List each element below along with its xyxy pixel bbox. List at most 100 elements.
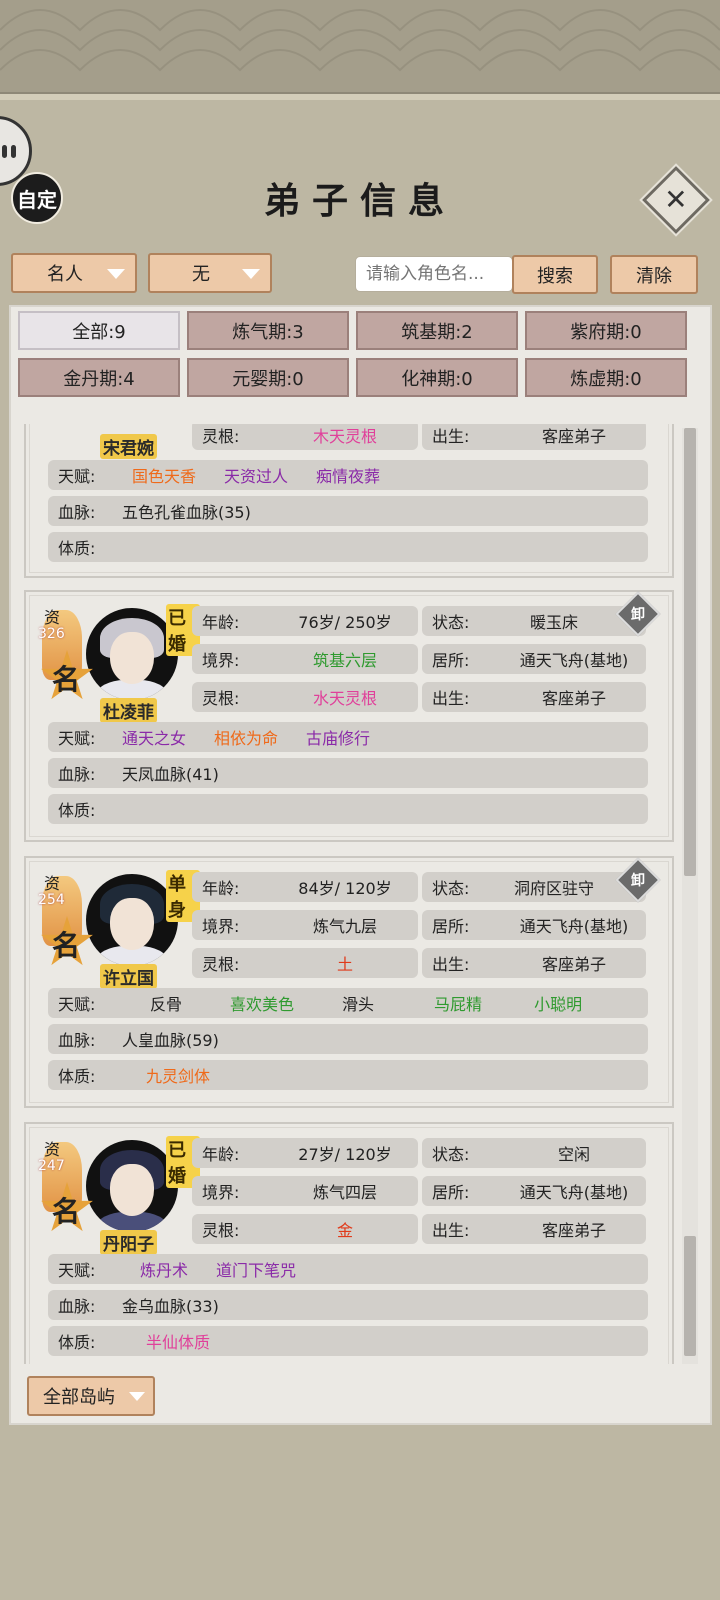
state-cell: 状态: 空闲	[422, 1138, 646, 1168]
state-value: 洞府区驻守	[513, 879, 594, 898]
age-label: 年龄:	[202, 1145, 240, 1164]
disciple-card[interactable]: 资 247 名 已婚 丹阳子 年龄: 27岁/ 120岁 状态: 空闲 境界: 炼气四…	[24, 1122, 674, 1364]
root-value: 木天灵根	[312, 427, 377, 446]
realm-label: 境界:	[202, 651, 240, 670]
realm-value: 筑基六层	[312, 651, 377, 670]
residence-cell: 居所: 通天飞舟(基地)	[422, 1176, 646, 1206]
tab-all[interactable]: 全部:9	[18, 311, 180, 350]
talent-item: 炼丹术	[140, 1261, 189, 1280]
age-value: 76岁/ 250岁	[298, 613, 392, 632]
residence-value: 通天飞舟(基地)	[519, 917, 629, 936]
disciple-portrait: 资 326 名 已婚 杜凌菲	[38, 598, 200, 723]
root-cell: 灵根: 土	[192, 948, 418, 978]
age-cell: 年龄: 76岁/ 250岁	[192, 606, 418, 636]
clear-button[interactable]: 清除	[610, 255, 698, 294]
birth-value: 客座弟子	[541, 689, 606, 708]
birth-cell: 出生: 客座弟子	[422, 1214, 646, 1244]
bloodline-value: 天凤血脉(41)	[122, 765, 219, 784]
top-decoration	[0, 0, 720, 98]
disciple-list[interactable]: 宋君婉 灵根: 木天灵根 出生: 客座弟子 天赋: 国色天香 天资过人 痴情夜葬 血…	[24, 424, 688, 1364]
realm-cell: 境界: 筑基六层	[192, 644, 418, 674]
tab-yuanying[interactable]: 元婴期:0	[187, 358, 349, 397]
age-value: 84岁/ 120岁	[298, 879, 392, 898]
talent-label: 天赋:	[58, 729, 96, 748]
aptitude-label: 资	[44, 874, 61, 893]
island-filter-dropdown[interactable]: 全部岛屿	[27, 1376, 155, 1416]
page-title: 弟子信息	[263, 180, 456, 222]
state-label: 状态:	[432, 613, 470, 632]
talent-row: 天赋: 反骨 喜欢美色 滑头 马屁精 小聪明	[48, 988, 648, 1018]
tab-huashen[interactable]: 化神期:0	[356, 358, 518, 397]
tab-jindan[interactable]: 金丹期:4	[18, 358, 180, 397]
root-cell: 灵根: 金	[192, 1214, 418, 1244]
state-cell: 状态: 洞府区驻守	[422, 872, 646, 902]
tab-zifu[interactable]: 紫府期:0	[525, 311, 687, 350]
age-cell: 年龄: 84岁/ 120岁	[192, 872, 418, 902]
category-dropdown[interactable]: 名人	[11, 253, 137, 293]
bloodline-value: 金乌血脉(33)	[122, 1297, 219, 1316]
realm-cell: 境界: 炼气九层	[192, 910, 418, 940]
residence-cell: 居所: 通天飞舟(基地)	[422, 910, 646, 940]
list-scrollbar[interactable]	[682, 428, 698, 1364]
avatar	[86, 1140, 178, 1232]
residence-value: 通天飞舟(基地)	[519, 1183, 629, 1202]
physique-value: 九灵剑体	[146, 1067, 211, 1086]
root-value: 水天灵根	[312, 689, 377, 708]
fame-badge: 名	[52, 1195, 81, 1228]
talent-item: 马屁精	[434, 995, 483, 1014]
physique-label: 体质:	[58, 1067, 96, 1086]
birth-label: 出生:	[432, 955, 470, 974]
root-label: 灵根:	[202, 689, 240, 708]
realm-cell: 境界: 炼气四层	[192, 1176, 418, 1206]
birth-value: 客座弟子	[541, 955, 606, 974]
age-cell: 年龄: 27岁/ 120岁	[192, 1138, 418, 1168]
aptitude-value: 247	[38, 1158, 65, 1174]
talent-item: 相依为命	[214, 729, 279, 748]
secondary-dropdown[interactable]: 无	[148, 253, 272, 293]
talent-item: 天资过人	[224, 467, 289, 486]
disciple-card[interactable]: 宋君婉 灵根: 木天灵根 出生: 客座弟子 天赋: 国色天香 天资过人 痴情夜葬 血…	[24, 424, 674, 578]
talent-row: 天赋: 通天之女 相依为命 古庙修行	[48, 722, 648, 752]
disciple-portrait: 资 254 名 单身 许立国	[38, 864, 200, 989]
talent-item: 国色天香	[132, 467, 197, 486]
category-dropdown-value: 名人	[47, 264, 83, 285]
talent-item: 痴情夜葬	[316, 467, 381, 486]
chevron-down-icon	[242, 269, 260, 279]
talent-item: 古庙修行	[306, 729, 371, 748]
fame-badge: 名	[52, 929, 81, 962]
residence-label: 居所:	[432, 917, 470, 936]
state-value: 暖玉床	[529, 613, 578, 632]
realm-value: 炼气四层	[312, 1183, 377, 1202]
talent-row: 天赋: 炼丹术 道门下笔咒	[48, 1254, 648, 1284]
aptitude-value: 326	[38, 626, 65, 642]
birth-label: 出生:	[432, 427, 470, 446]
avatar	[86, 874, 178, 966]
birth-cell: 出生: 客座弟子	[422, 948, 646, 978]
bloodline-label: 血脉:	[58, 1031, 96, 1050]
root-label: 灵根:	[202, 1221, 240, 1240]
residence-label: 居所:	[432, 1183, 470, 1202]
unload-icon: 卸	[631, 607, 645, 623]
fame-badge: 名	[52, 663, 81, 696]
tab-zhuji[interactable]: 筑基期:2	[356, 311, 518, 350]
realm-value: 炼气九层	[312, 917, 377, 936]
tab-lianxu[interactable]: 炼虚期:0	[525, 358, 687, 397]
physique-label: 体质:	[58, 801, 96, 820]
state-cell: 状态: 暖玉床	[422, 606, 646, 636]
physique-label: 体质:	[58, 539, 96, 558]
aptitude-label: 资	[44, 1140, 61, 1159]
secondary-dropdown-value: 无	[192, 264, 210, 285]
search-button[interactable]: 搜索	[512, 255, 598, 294]
bloodline-label: 血脉:	[58, 765, 96, 784]
birth-label: 出生:	[432, 1221, 470, 1240]
close-icon: ✕	[664, 183, 688, 216]
talent-item: 道门下笔咒	[216, 1261, 297, 1280]
disciple-card[interactable]: 资 254 名 单身 许立国 年龄: 84岁/ 120岁 状态: 洞府区驻守 卸 境…	[24, 856, 674, 1108]
talent-item: 小聪明	[534, 995, 583, 1014]
talent-item: 喜欢美色	[230, 995, 295, 1014]
disciple-card[interactable]: 资 326 名 已婚 杜凌菲 年龄: 76岁/ 250岁 状态: 暖玉床 卸 境界:…	[24, 590, 674, 842]
bloodline-row: 血脉: 金乌血脉(33)	[48, 1290, 648, 1320]
search-input[interactable]	[355, 256, 513, 292]
tab-lianqi[interactable]: 炼气期:3	[187, 311, 349, 350]
talent-label: 天赋:	[58, 467, 96, 486]
